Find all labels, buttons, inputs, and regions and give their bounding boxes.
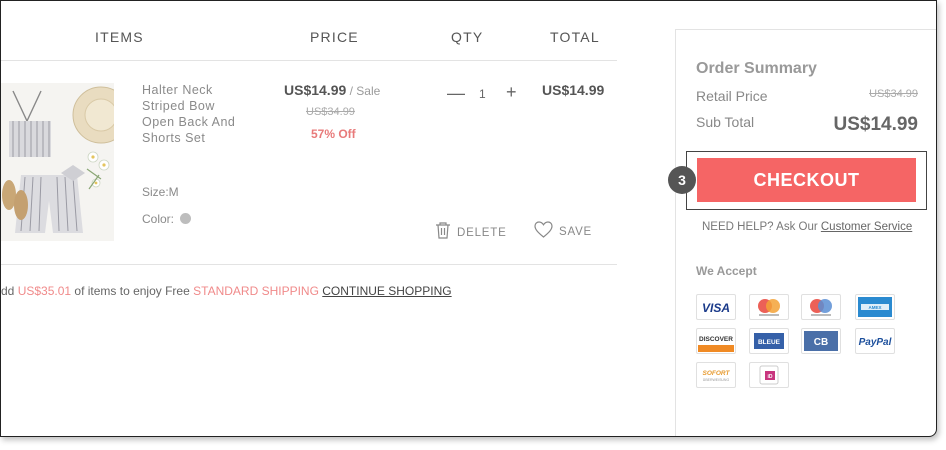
- svg-text:DISCOVER: DISCOVER: [699, 336, 733, 343]
- column-header-items: ITEMS: [95, 29, 144, 45]
- subtotal-value: US$14.99: [833, 114, 918, 135]
- shipping-type: STANDARD SHIPPING: [193, 284, 319, 298]
- visa-icon: VISA: [696, 294, 736, 320]
- product-size: Size:M: [142, 185, 179, 199]
- save-label: SAVE: [559, 226, 593, 238]
- svg-text:ÜBERWEISUNG: ÜBERWEISUNG: [703, 378, 730, 382]
- checkout-highlight: 3 CHECKOUT: [668, 151, 927, 210]
- header-divider: [1, 60, 617, 61]
- cart-page: ITEMS PRICE QTY TOTAL Halter Neck Stripe…: [0, 0, 937, 437]
- ideal-icon: iD: [749, 362, 789, 388]
- color-swatch: [180, 213, 192, 224]
- product-discount: 57% Off: [311, 127, 356, 141]
- mastercard-icon: [801, 294, 841, 320]
- cb-icon: CB: [801, 328, 841, 354]
- customer-service-link[interactable]: Customer Service: [821, 221, 912, 233]
- sofort-icon: SOFORT ÜBERWEISUNG: [696, 362, 736, 388]
- svg-text:iD: iD: [768, 374, 773, 380]
- help-prefix: NEED HELP? Ask Our: [702, 221, 821, 233]
- product-original-price: US$34.99: [306, 106, 355, 118]
- column-header-qty: QTY: [451, 29, 484, 45]
- heart-icon: [534, 221, 553, 243]
- order-summary-title: Order Summary: [696, 60, 817, 77]
- save-button[interactable]: SAVE: [534, 221, 592, 243]
- maestro-icon: [749, 294, 789, 320]
- retail-price-label: Retail Price: [696, 88, 768, 104]
- discover-icon: DISCOVER: [696, 328, 736, 354]
- trash-icon: [435, 221, 451, 244]
- column-header-total: TOTAL: [550, 29, 600, 45]
- quantity-decrease-button[interactable]: —: [447, 83, 465, 104]
- product-price: US$14.99 / Sale: [284, 82, 380, 98]
- svg-text:CB: CB: [814, 337, 828, 348]
- continue-shopping-link[interactable]: CONTINUE SHOPPING: [322, 284, 451, 298]
- amex-icon: AMEX: [855, 294, 895, 320]
- quantity-increase-button[interactable]: +: [506, 82, 517, 103]
- row-divider: [1, 264, 617, 265]
- retail-price-value: US$34.99: [869, 88, 918, 100]
- order-summary-panel: Order Summary Retail Price US$34.99 Sub …: [668, 29, 936, 436]
- paypal-icon: PayPal: [855, 328, 895, 354]
- shipping-middle-text: of items to enjoy Free: [71, 284, 194, 298]
- free-shipping-notice: dd US$35.01 of items to enjoy Free STAND…: [1, 284, 452, 298]
- product-total: US$14.99: [542, 82, 605, 98]
- product-name[interactable]: Halter Neck Striped Bow Open Back And Sh…: [142, 82, 242, 146]
- step-number-badge: 3: [668, 166, 696, 194]
- quantity-value: 1: [479, 87, 486, 101]
- product-price-value: US$14.99: [284, 82, 347, 98]
- shipping-prefix: dd: [1, 284, 18, 298]
- product-color-label: Color:: [142, 212, 175, 226]
- we-accept-title: We Accept: [696, 264, 757, 278]
- product-color: Color:: [142, 212, 192, 226]
- svg-text:PayPal: PayPal: [859, 337, 892, 348]
- shipping-remaining-amount: US$35.01: [17, 284, 72, 298]
- checkout-button[interactable]: CHECKOUT: [697, 158, 916, 202]
- price-sale-tag: / Sale: [346, 84, 381, 98]
- product-image[interactable]: [1, 83, 114, 241]
- column-header-price: PRICE: [310, 29, 359, 45]
- delete-label: DELETE: [457, 226, 507, 239]
- subtotal-label: Sub Total: [696, 114, 755, 130]
- svg-text:SOFORT: SOFORT: [703, 370, 731, 377]
- svg-text:VISA: VISA: [702, 301, 730, 315]
- ebleue-icon: BLEUE: [749, 328, 789, 354]
- svg-text:AMEX: AMEX: [868, 305, 881, 310]
- help-text: NEED HELP? Ask Our Customer Service: [702, 221, 912, 233]
- delete-button[interactable]: DELETE: [435, 221, 507, 244]
- svg-text:BLEUE: BLEUE: [758, 339, 781, 346]
